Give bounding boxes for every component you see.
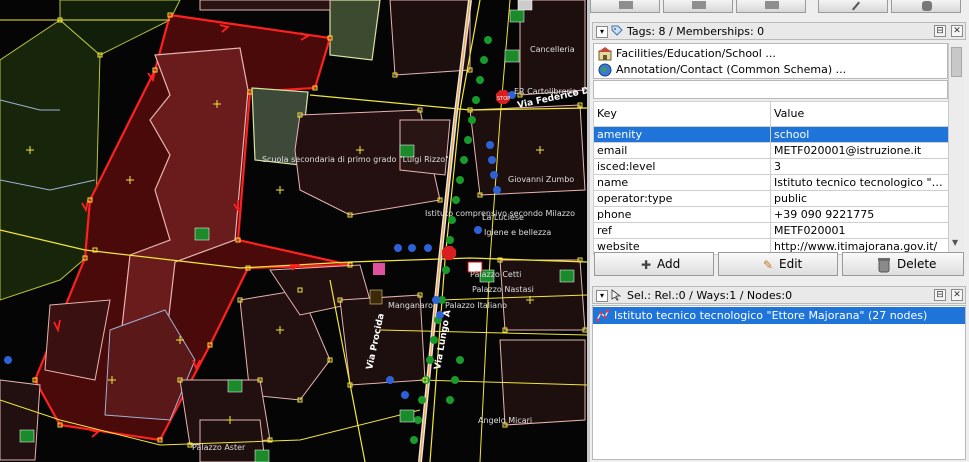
key-column-header[interactable]: Key: [593, 101, 771, 127]
preset-label: Annotation/Contact (Common Schema) ...: [616, 63, 847, 76]
building[interactable]: [329, 0, 381, 61]
toolbar-upload-button[interactable]: [590, 0, 660, 13]
dock-icon[interactable]: ⊟: [934, 289, 946, 301]
tag-key[interactable]: isced:level: [593, 158, 771, 175]
trash-icon: [922, 1, 932, 11]
tag-key[interactable]: name: [593, 174, 771, 191]
close-icon[interactable]: ✕: [951, 289, 963, 301]
add-button-label: Add: [657, 257, 681, 271]
tag-key[interactable]: operator:type: [593, 190, 771, 207]
tag-key[interactable]: phone: [593, 206, 771, 223]
plus-icon: ✚: [640, 258, 652, 272]
map-label-cancelleria: Cancelleria: [530, 45, 575, 54]
edit-button-label: Edit: [779, 257, 803, 271]
download-icon: [692, 1, 706, 9]
table-row[interactable]: phone +39 090 9221775: [593, 206, 949, 223]
table-row[interactable]: email METF020001@istruzione.it: [593, 142, 949, 159]
preset-search-row[interactable]: [593, 80, 948, 99]
preset-label: Facilities/Education/School ...: [616, 47, 776, 60]
table-row[interactable]: amenity school: [593, 126, 949, 143]
toolbar-delete-button[interactable]: [891, 0, 961, 13]
map-label-micari: Angelo Micari: [478, 416, 532, 425]
close-icon[interactable]: ✕: [951, 25, 963, 37]
selection-dialog-title: Sel.: Rel.:0 / Ways:1 / Nodes:0: [627, 289, 793, 302]
globe-icon: [598, 63, 612, 77]
delete-button[interactable]: Delete: [842, 252, 964, 276]
toolbar-layers-button[interactable]: [736, 0, 806, 13]
selection-list: Istituto tecnico tecnologico "Ettore Maj…: [592, 305, 966, 460]
edit-icon: ✎: [762, 258, 774, 272]
school-preset-icon: [598, 47, 612, 61]
selection-item-label: Istituto tecnico tecnologico "Ettore Maj…: [614, 309, 928, 322]
table-row[interactable]: operator:type public: [593, 190, 949, 207]
table-row[interactable]: isced:level 3: [593, 158, 949, 175]
tag-key[interactable]: amenity: [593, 126, 771, 143]
map-label-nastasi: Palazzo Nastasi: [472, 285, 534, 294]
tags-dialog-title: Tags: 8 / Memberships: 0: [627, 25, 765, 38]
tag-key[interactable]: email: [593, 142, 771, 159]
map-label-igiene: Igiene e bellezza: [484, 228, 551, 237]
edit-button[interactable]: ✎ Edit: [718, 252, 838, 276]
map-canvas[interactable]: Scuola secondaria di primo grado "Luigi …: [0, 0, 587, 462]
way-icon: [596, 309, 609, 322]
tree-row: [410, 36, 492, 444]
map-label-school: Scuola secondaria di primo grado "Luigi …: [262, 155, 449, 164]
map-label-italiano: Palazzo Italiano: [445, 301, 507, 310]
tag-icon: [611, 25, 623, 36]
building[interactable]: [0, 379, 41, 461]
building[interactable]: [389, 0, 471, 76]
tag-value[interactable]: +39 090 9221775: [770, 206, 949, 223]
tag-value[interactable]: public: [770, 190, 949, 207]
tags-table: Key Value amenity school email METF02000…: [593, 101, 949, 255]
add-button[interactable]: ✚ Add: [594, 252, 714, 276]
map-label-cetti: Palazzo Cetti: [470, 270, 521, 279]
tag-value[interactable]: 3: [770, 158, 949, 175]
trash-icon: [877, 257, 891, 273]
delete-button-label: Delete: [897, 257, 937, 271]
table-row[interactable]: name Istituto tecnico tecnologico "Ettor…: [593, 174, 949, 191]
tags-scrollbar[interactable]: ▼: [948, 43, 964, 251]
map-label-zumbo: Giovanni Zumbo: [508, 175, 574, 184]
tag-value[interactable]: METF020001: [770, 222, 949, 239]
map-label-aster: Palazzo Aster: [192, 443, 246, 452]
table-row[interactable]: ref METF020001: [593, 222, 949, 239]
collapse-toggle[interactable]: ▾: [596, 290, 608, 302]
collapse-toggle[interactable]: ▾: [596, 26, 608, 38]
selection-dialog-header[interactable]: ▾ Sel.: Rel.:0 / Ways:1 / Nodes:0 ⊟ ✕: [592, 286, 966, 304]
side-panel: ▾ Tags: 8 / Memberships: 0 ⊟ ✕ Facilitie…: [590, 0, 969, 462]
dock-icon[interactable]: ⊟: [934, 25, 946, 37]
tag-value[interactable]: METF020001@istruzione.it: [770, 142, 949, 159]
map-label-luciese: La Luciese: [482, 213, 524, 222]
scroll-down-icon[interactable]: ▼: [952, 238, 958, 247]
tag-value[interactable]: Istituto tecnico tecnologico "Ettore...: [770, 174, 949, 191]
scrollbar-thumb[interactable]: [951, 47, 962, 77]
list-item[interactable]: Istituto tecnico tecnologico "Ettore Maj…: [593, 307, 965, 324]
tags-dialog-header[interactable]: ▾ Tags: 8 / Memberships: 0 ⊟ ✕: [592, 22, 966, 40]
map-label-manganaro: Manganaro: [388, 301, 433, 310]
table-header-row: Key Value: [593, 101, 949, 127]
selection-icon: [611, 289, 622, 301]
building[interactable]: [199, 0, 331, 11]
layers-icon: [765, 1, 779, 9]
toolbar-download-button[interactable]: [663, 0, 733, 13]
tag-key[interactable]: ref: [593, 222, 771, 239]
toolbar-draw-button[interactable]: [818, 0, 888, 13]
draw-icon: [852, 1, 860, 11]
value-column-header[interactable]: Value: [770, 101, 949, 127]
upload-icon: [619, 1, 633, 9]
map-view[interactable]: Scuola secondaria di primo grado "Luigi …: [0, 0, 587, 462]
map-label-stop: STOP: [497, 96, 510, 102]
preset-list: Facilities/Education/School ... Annotati…: [593, 43, 948, 79]
tag-value[interactable]: school: [770, 126, 949, 143]
